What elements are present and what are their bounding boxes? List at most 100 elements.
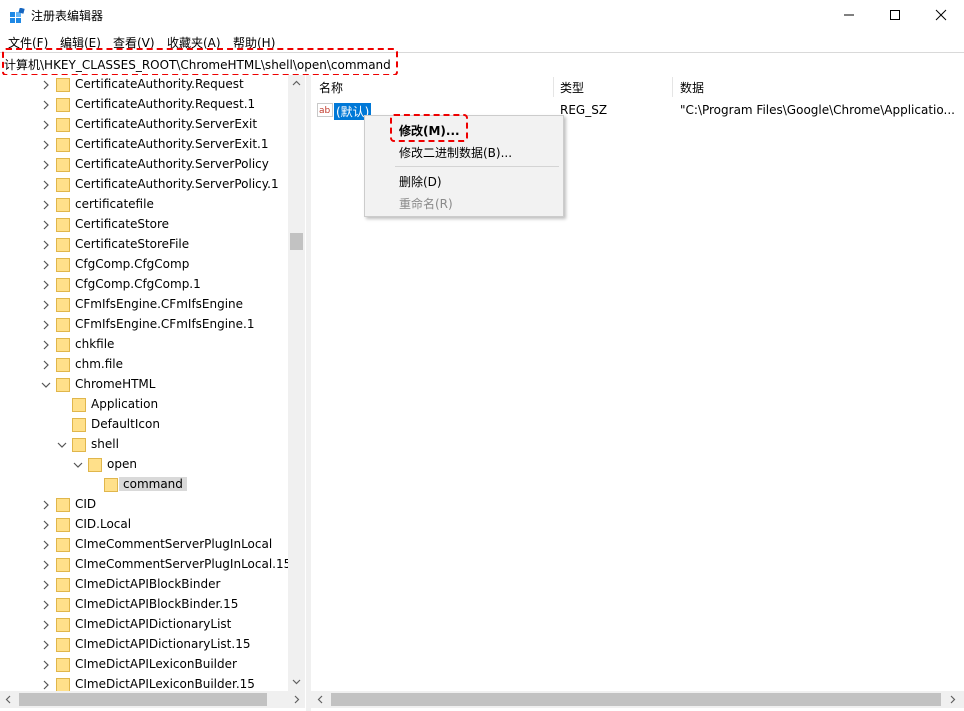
close-button[interactable] [918,0,964,30]
chevron-right-icon[interactable] [41,200,51,210]
tree-item-label[interactable]: shell [91,437,119,451]
tree-item-label[interactable]: CImeDictAPIDictionaryList [75,617,231,631]
column-divider[interactable] [672,77,673,97]
maximize-button[interactable] [872,0,918,30]
tree-item[interactable]: CImeDictAPIBlockBinder.15 [0,595,288,615]
column-name[interactable]: 名称 [319,79,343,96]
tree-item[interactable]: CImeCommentServerPlugInLocal [0,535,288,555]
scroll-down-icon[interactable] [292,677,301,686]
tree-item-label[interactable]: CfgComp.CfgComp.1 [75,277,201,291]
tree-item[interactable]: CImeCommentServerPlugInLocal.15 [0,555,291,575]
chevron-right-icon[interactable] [41,180,51,190]
chevron-right-icon[interactable] [41,360,51,370]
tree-item[interactable]: CID.Local [0,515,288,535]
tree-item[interactable]: command [0,475,288,495]
chevron-right-icon[interactable] [41,260,51,270]
column-type[interactable]: 类型 [560,79,584,96]
tree-item[interactable]: CertificateStoreFile [0,235,288,255]
tree-item[interactable]: CFmIfsEngine.CFmIfsEngine [0,295,288,315]
tree-item[interactable]: CertificateAuthority.ServerExit [0,115,288,135]
tree-item-label[interactable]: certificatefile [75,197,154,211]
tree-vertical-scrollbar[interactable] [288,75,305,691]
tree-item-label[interactable]: CertificateStore [75,217,169,231]
tree-item-label[interactable]: CImeDictAPIDictionaryList.15 [75,637,250,651]
chevron-right-icon[interactable] [41,80,51,90]
tree-item-label[interactable]: chm.file [75,357,123,371]
tree-item-label[interactable]: CImeCommentServerPlugInLocal.15 [75,557,291,571]
tree-item[interactable]: CID [0,495,288,515]
chevron-right-icon[interactable] [41,620,51,630]
tree-item-label[interactable]: CID.Local [75,517,131,531]
tree-item[interactable]: CertificateAuthority.ServerPolicy [0,155,288,175]
chevron-right-icon[interactable] [41,300,51,310]
column-divider[interactable] [553,77,554,97]
key-tree[interactable]: CertificateAuthority.Request CertificateA… [0,75,306,711]
tree-hscroll-thumb[interactable] [19,693,267,706]
tree-item[interactable]: ChromeHTML [0,375,288,395]
tree-item-label[interactable]: CImeDictAPILexiconBuilder [75,657,237,671]
tree-item[interactable]: CertificateAuthority.Request.1 [0,95,288,115]
tree-item[interactable]: Application [0,395,288,415]
tree-item-label[interactable]: CertificateAuthority.Request [75,77,244,91]
tree-item[interactable]: open [0,455,288,475]
tree-item[interactable]: CImeDictAPIDictionaryList [0,615,288,635]
chevron-right-icon[interactable] [41,640,51,650]
tree-item-label[interactable]: DefaultIcon [91,417,160,431]
tree-item-label[interactable]: CFmIfsEngine.CFmIfsEngine [75,297,243,311]
tree-item-label[interactable]: command [119,477,187,491]
chevron-right-icon[interactable] [41,120,51,130]
tree-item[interactable]: CfgComp.CfgComp.1 [0,275,288,295]
chevron-down-icon[interactable] [73,460,83,470]
tree-item[interactable]: CImeDictAPIBlockBinder [0,575,288,595]
tree-item-label[interactable]: CImeDictAPIBlockBinder.15 [75,597,238,611]
tree-item-label[interactable]: CID [75,497,96,511]
tree-item[interactable]: DefaultIcon [0,415,288,435]
tree-item-label[interactable]: open [107,457,137,471]
tree-item-label[interactable]: chkfile [75,337,114,351]
tree-item-label[interactable]: CertificateAuthority.ServerPolicy [75,157,269,171]
chevron-down-icon[interactable] [41,380,51,390]
chevron-right-icon[interactable] [41,100,51,110]
ctx-modify-binary[interactable]: 修改二进制数据(B)... [399,144,512,161]
chevron-right-icon[interactable] [41,160,51,170]
tree-item[interactable]: chkfile [0,335,288,355]
tree-item-label[interactable]: CertificateAuthority.ServerExit [75,117,257,131]
tree-item-label[interactable]: CertificateAuthority.ServerExit.1 [75,137,269,151]
tree-item[interactable]: CFmIfsEngine.CFmIfsEngine.1 [0,315,288,335]
tree-item[interactable]: certificatefile [0,195,288,215]
tree-item[interactable]: CertificateStore [0,215,288,235]
chevron-right-icon[interactable] [41,240,51,250]
tree-item[interactable]: CImeDictAPIDictionaryList.15 [0,635,288,655]
tree-item-label[interactable]: Application [91,397,158,411]
tree-item-label[interactable]: CertificateAuthority.Request.1 [75,97,255,111]
chevron-down-icon[interactable] [57,440,67,450]
chevron-right-icon[interactable] [41,520,51,530]
chevron-right-icon[interactable] [41,500,51,510]
tree-item-label[interactable]: CImeDictAPIBlockBinder [75,577,220,591]
tree-item-label[interactable]: CFmIfsEngine.CFmIfsEngine.1 [75,317,255,331]
tree-item-label[interactable]: ChromeHTML [75,377,155,391]
list-hscroll-thumb[interactable] [331,693,941,706]
column-data[interactable]: 数据 [680,79,704,96]
chevron-right-icon[interactable] [41,660,51,670]
scroll-left-icon[interactable] [316,695,325,704]
minimize-button[interactable] [826,0,872,30]
tree-item-label[interactable]: CImeDictAPILexiconBuilder.15 [75,677,255,691]
scroll-left-icon[interactable] [4,695,13,704]
tree-item[interactable]: CertificateAuthority.ServerPolicy.1 [0,175,288,195]
tree-item[interactable]: chm.file [0,355,288,375]
tree-item[interactable]: shell [0,435,288,455]
chevron-right-icon[interactable] [41,340,51,350]
tree-item-label[interactable]: CImeCommentServerPlugInLocal [75,537,272,551]
chevron-right-icon[interactable] [41,580,51,590]
scroll-right-icon[interactable] [948,695,957,704]
ctx-delete[interactable]: 删除(D) [399,173,442,190]
chevron-right-icon[interactable] [41,540,51,550]
tree-item-label[interactable]: CertificateAuthority.ServerPolicy.1 [75,177,279,191]
chevron-right-icon[interactable] [41,600,51,610]
tree-scroll-thumb[interactable] [290,233,303,250]
tree-item-label[interactable]: CfgComp.CfgComp [75,257,189,271]
tree-item[interactable]: CertificateAuthority.ServerExit.1 [0,135,288,155]
tree-item[interactable]: CfgComp.CfgComp [0,255,288,275]
chevron-right-icon[interactable] [41,140,51,150]
